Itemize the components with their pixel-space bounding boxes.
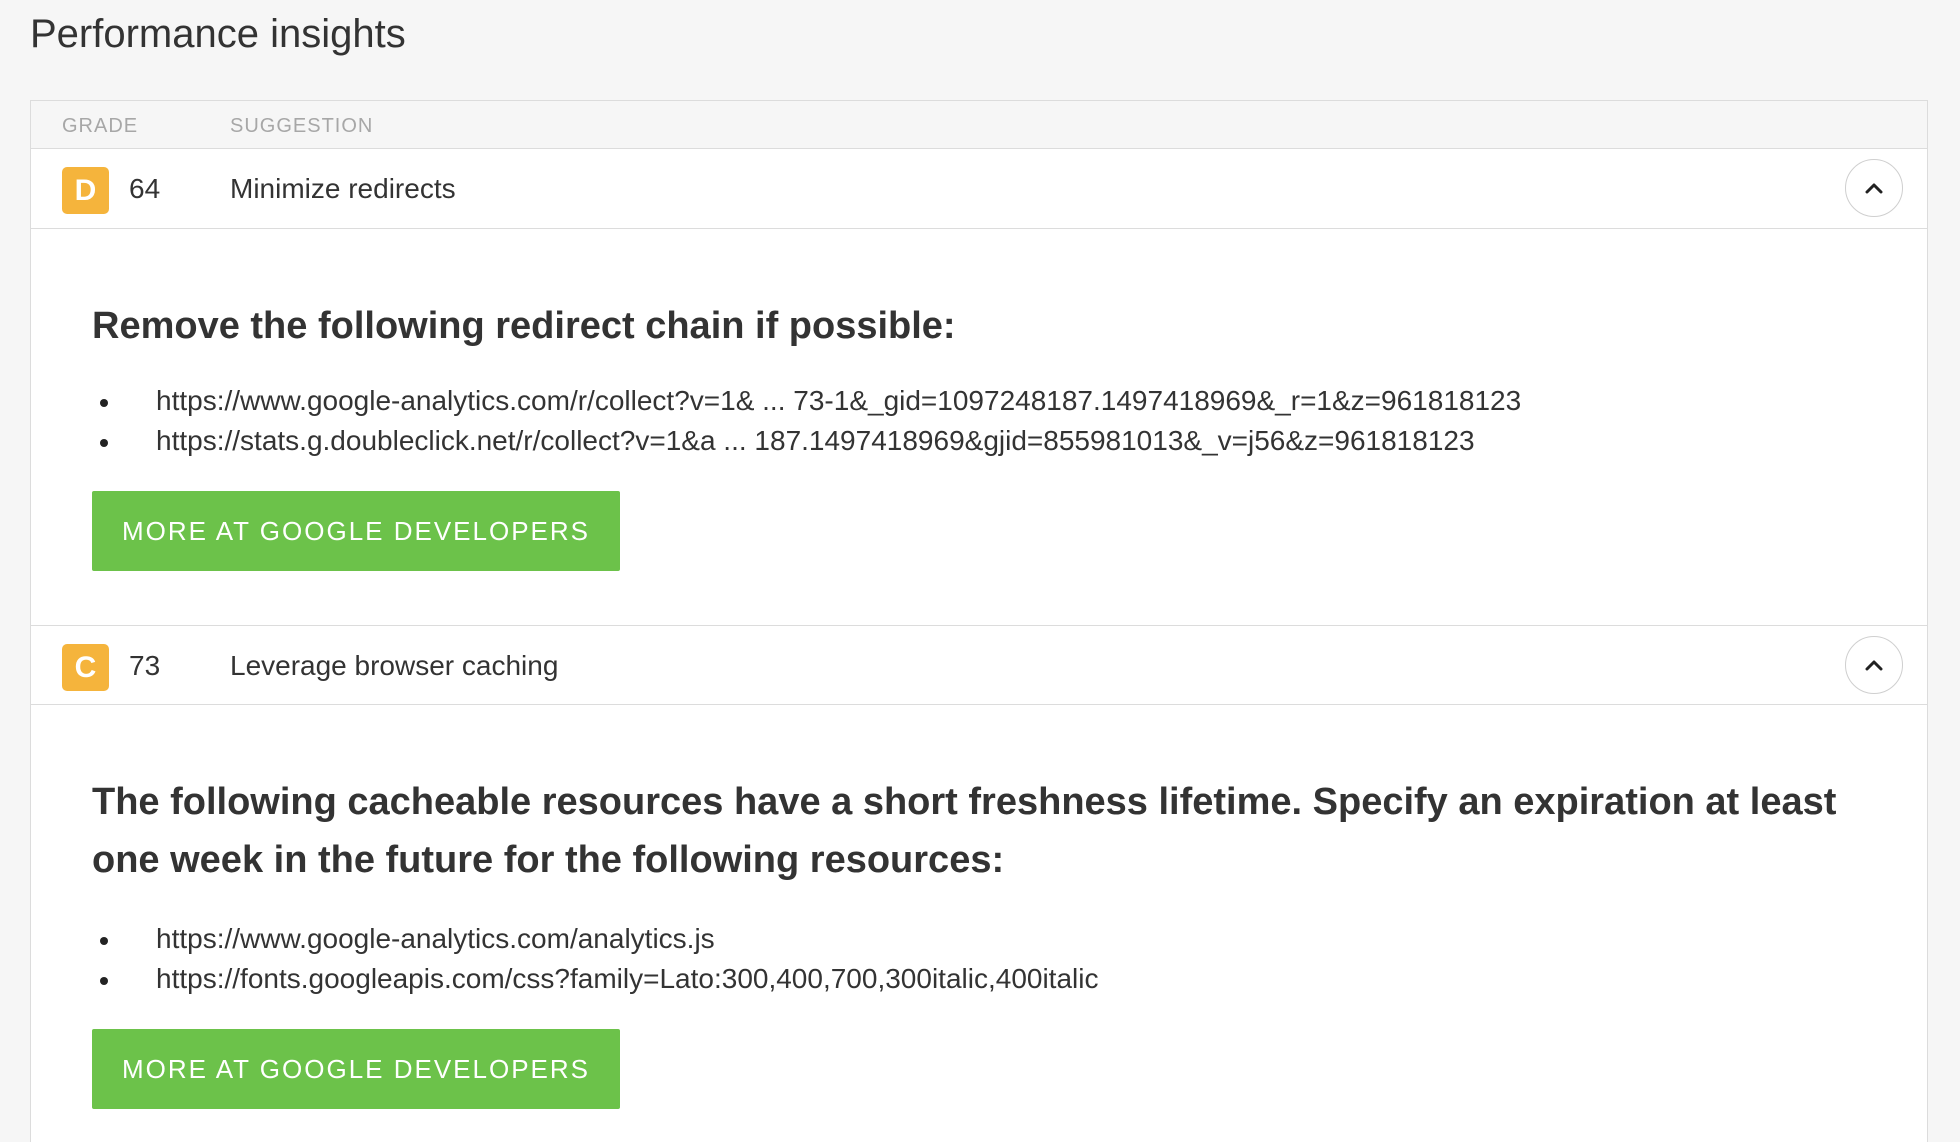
insights-table: GRADE SUGGESTION D 64 Minimize redirects… [30,100,1928,1142]
detail-heading: The following cacheable resources have a… [92,781,1837,881]
score: 64 [129,173,161,204]
url-list: https://www.google-analytics.com/r/colle… [92,381,1887,461]
page: Performance insights GRADE SUGGESTION D … [0,0,1960,1142]
grade-column-header: GRADE [62,115,139,137]
table-header: GRADE SUGGESTION [31,101,1927,149]
list-item: https://www.google-analytics.com/r/colle… [92,381,1887,421]
list-item: https://fonts.googleapis.com/css?family=… [92,959,1887,999]
grade-badge: C [62,644,109,691]
insight-row-leverage-browser-caching[interactable]: C 73 Leverage browser caching [31,625,1927,705]
suggestion-title: Leverage browser caching [230,650,559,681]
suggestion-column-header: SUGGESTION [230,115,374,137]
list-item: https://www.google-analytics.com/analyti… [92,919,1887,959]
insight-row-minimize-redirects[interactable]: D 64 Minimize redirects [31,149,1927,229]
chevron-up-icon [1865,660,1883,671]
more-at-google-developers-button[interactable]: MORE AT GOOGLE DEVELOPERS [92,491,620,571]
list-item: https://stats.g.doubleclick.net/r/collec… [92,421,1887,461]
collapse-toggle-button[interactable] [1845,636,1903,694]
collapse-toggle-button[interactable] [1845,159,1903,217]
url-list: https://www.google-analytics.com/analyti… [92,919,1887,999]
insight-detail: Remove the following redirect chain if p… [31,229,1927,625]
insight-detail: The following cacheable resources have a… [31,705,1927,1125]
score: 73 [129,650,161,681]
page-title: Performance insights [30,12,406,56]
more-at-google-developers-button[interactable]: MORE AT GOOGLE DEVELOPERS [92,1029,620,1109]
grade-badge: D [62,167,109,214]
suggestion-title: Minimize redirects [230,173,456,204]
chevron-up-icon [1865,183,1883,194]
detail-heading: Remove the following redirect chain if p… [92,305,956,347]
